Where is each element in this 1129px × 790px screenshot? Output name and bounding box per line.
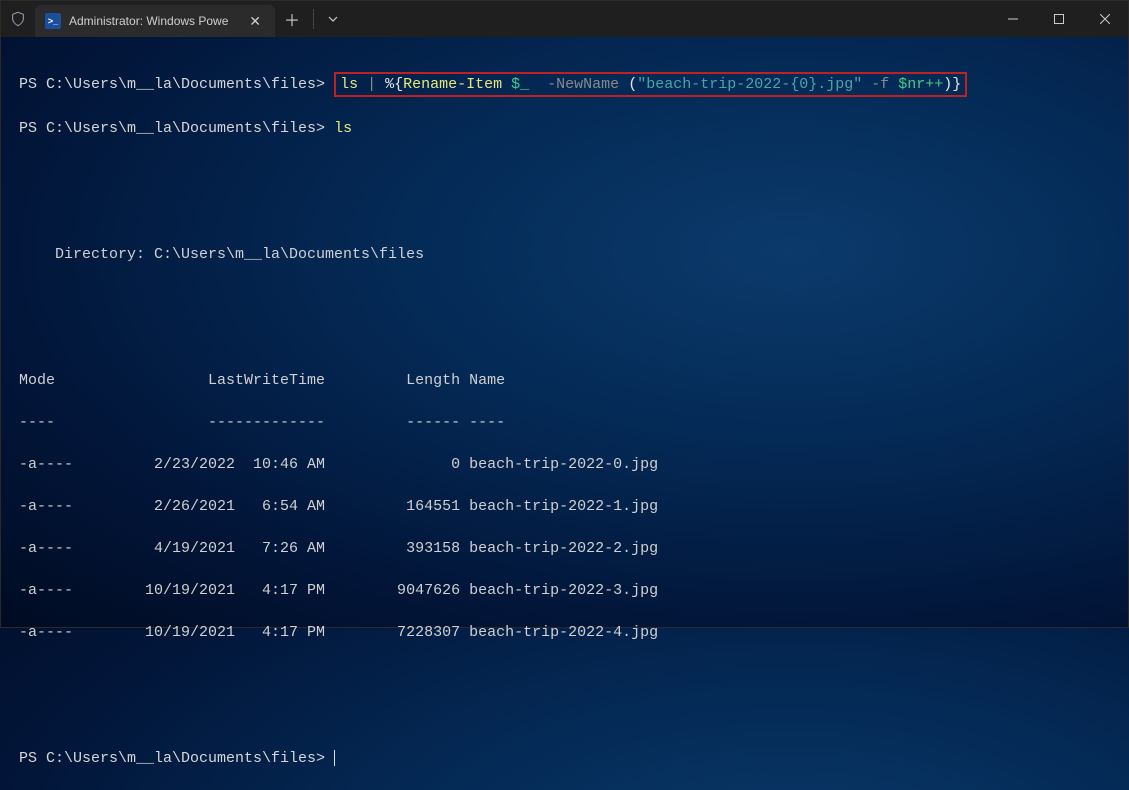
directory-line: Directory: C:\Users\m__la\Documents\file…	[19, 244, 1110, 265]
tab-powershell[interactable]: >_ Administrator: Windows Powe ✕	[35, 5, 275, 37]
tab-dropdown-button[interactable]	[318, 1, 348, 37]
titlebar: >_ Administrator: Windows Powe ✕ ＋	[1, 1, 1128, 37]
shield-icon	[1, 1, 35, 37]
new-tab-button[interactable]: ＋	[275, 1, 309, 37]
close-window-button[interactable]	[1082, 1, 1128, 37]
highlighted-command: ls | %{Rename-Item $_ -NewName ("beach-t…	[334, 72, 967, 97]
powershell-icon: >_	[45, 13, 61, 29]
close-tab-button[interactable]: ✕	[245, 13, 265, 30]
maximize-button[interactable]	[1036, 1, 1082, 37]
table-row: -a---- 2/26/2021 6:54 AM 164551 beach-tr…	[19, 496, 1110, 517]
tab-label: Administrator: Windows Powe	[69, 14, 237, 28]
table-row: -a---- 10/19/2021 4:17 PM 9047626 beach-…	[19, 580, 1110, 601]
table-separator: ---- ------------- ------ ----	[19, 412, 1110, 433]
titlebar-drag-area[interactable]	[348, 1, 990, 37]
prompt: PS C:\Users\m__la\Documents\files>	[19, 120, 325, 137]
minimize-button[interactable]	[990, 1, 1036, 37]
terminal-output[interactable]: PS C:\Users\m__la\Documents\files> ls | …	[1, 37, 1128, 790]
table-row: -a---- 2/23/2022 10:46 AM 0 beach-trip-2…	[19, 454, 1110, 475]
divider	[313, 9, 314, 29]
prompt: PS C:\Users\m__la\Documents\files>	[19, 750, 325, 767]
table-row: -a---- 4/19/2021 7:26 AM 393158 beach-tr…	[19, 538, 1110, 559]
table-row: -a---- 10/19/2021 4:17 PM 7228307 beach-…	[19, 622, 1110, 643]
table-header: Mode LastWriteTime Length Name	[19, 370, 1110, 391]
cursor	[334, 750, 335, 766]
command-text: ls	[334, 120, 352, 137]
prompt: PS C:\Users\m__la\Documents\files>	[19, 76, 325, 93]
